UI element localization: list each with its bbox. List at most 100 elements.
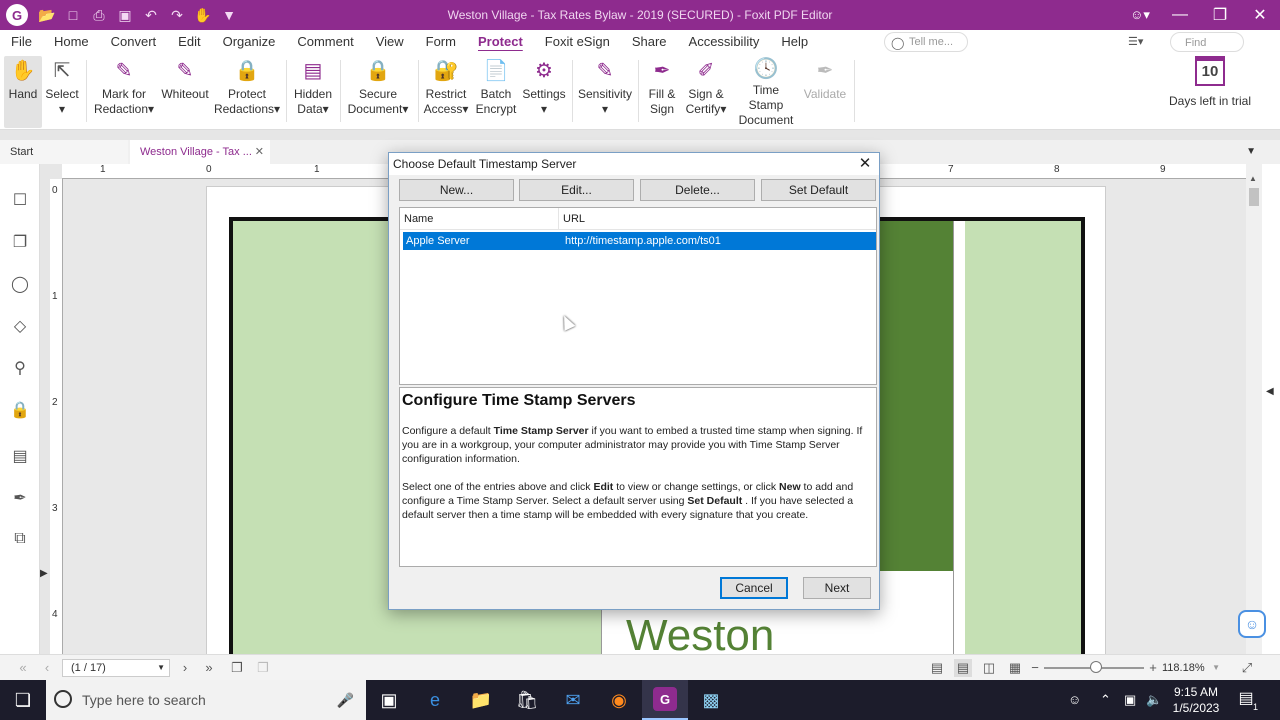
facing-view-icon[interactable]: ◫ [980, 659, 998, 677]
tab-organize[interactable]: Organize [212, 30, 287, 54]
expand-panel-arrow-icon[interactable]: ▶ [40, 568, 48, 579]
zoom-out-icon[interactable]: − [1028, 659, 1042, 677]
tab-view[interactable]: View [365, 30, 415, 54]
collapse-right-panel-icon[interactable]: ◀ [1266, 386, 1274, 397]
time-stamp-document-button[interactable]: 🕓 Time Stamp Document [734, 56, 798, 128]
file-explorer-icon[interactable]: 📁 [458, 680, 504, 720]
first-page-icon[interactable]: « [14, 659, 32, 677]
notepad-app-icon[interactable]: ▩ [688, 680, 734, 720]
cancel-button[interactable]: Cancel [720, 577, 788, 599]
mail-icon[interactable]: ✉ [550, 680, 596, 720]
validate-button[interactable]: ✒ Validate [802, 56, 848, 128]
vertical-scrollbar[interactable]: ▲ [1246, 164, 1262, 654]
security-lock-icon[interactable]: 🔒 [10, 400, 30, 422]
previous-page-icon[interactable]: ‹ [38, 659, 56, 677]
tab-list-arrow-icon[interactable]: ▼ [1246, 140, 1256, 164]
tab-edit[interactable]: Edit [167, 30, 211, 54]
mark-for-redaction-button[interactable]: ✎ Mark for Redaction▾ [92, 56, 156, 128]
tell-me-input[interactable]: ◯ Tell me... [884, 32, 968, 52]
find-input[interactable]: Find [1170, 32, 1244, 52]
sensitivity-button[interactable]: ✎ Sensitivity ▾ [578, 56, 632, 128]
tab-foxit-esign[interactable]: Foxit eSign [534, 30, 621, 54]
restrict-access-button[interactable]: 🔐 Restrict Access▾ [422, 56, 470, 128]
taskbar-search-input[interactable]: Type here to search 🎤 [46, 680, 366, 720]
show-hidden-icons-icon[interactable]: ⌃ [1100, 680, 1111, 720]
document-properties-icon[interactable]: ▤ [10, 446, 30, 468]
edge-browser-icon[interactable]: e [412, 680, 458, 720]
tab-accessibility[interactable]: Accessibility [678, 30, 771, 54]
server-row[interactable]: Apple Server http://timestamp.apple.com/… [403, 232, 876, 250]
microphone-icon[interactable]: 🎤 [337, 680, 354, 720]
network-icon[interactable]: ▣ [1124, 680, 1136, 720]
scroll-up-arrow-icon[interactable]: ▲ [1249, 174, 1257, 183]
attachments-icon[interactable]: ⚲ [10, 358, 30, 380]
tab-document[interactable]: Weston Village - Tax ... ✕ [130, 140, 270, 164]
redo-icon[interactable]: ↷ [164, 0, 190, 30]
fill-sign-button[interactable]: ✒ Fill & Sign [644, 56, 680, 128]
tab-protect[interactable]: Protect [467, 30, 534, 54]
secure-document-button[interactable]: 🔒 Secure Document▾ [344, 56, 412, 128]
hand-tool-icon[interactable]: ✋ [190, 0, 216, 30]
undo-icon[interactable]: ↶ [138, 0, 164, 30]
column-header-url[interactable]: URL [558, 208, 876, 230]
restore-button[interactable]: ❐ [1200, 0, 1240, 30]
settings-button[interactable]: ⚙ Settings ▾ [522, 56, 566, 128]
search-options-icon[interactable]: ☰▾ [1128, 32, 1164, 52]
open-folder-icon[interactable]: 📂 [34, 0, 60, 30]
dialog-close-icon[interactable]: ✕ [855, 153, 875, 175]
windows-start-icon[interactable]: ❏ [0, 680, 46, 720]
trial-indicator[interactable]: 10 Days left in trial [1168, 56, 1252, 108]
volume-icon[interactable]: 🔈 [1146, 680, 1162, 720]
print-icon[interactable]: ⎙ [86, 0, 112, 30]
tab-start[interactable]: Start [0, 140, 128, 164]
fullscreen-icon[interactable]: ⤢ [1238, 659, 1256, 677]
tab-comment[interactable]: Comment [286, 30, 364, 54]
zoom-in-icon[interactable]: + [1146, 659, 1160, 677]
close-tab-icon[interactable]: ✕ [255, 140, 264, 164]
server-list[interactable]: Name URL Apple Server http://timestamp.a… [399, 207, 877, 385]
pages-icon[interactable]: ❐ [10, 232, 30, 254]
people-icon[interactable]: ☺ [1068, 680, 1081, 720]
page-number-field[interactable]: (1 / 17) ▼ [62, 659, 170, 677]
continuous-facing-view-icon[interactable]: ▦ [1006, 659, 1024, 677]
close-window-button[interactable]: ✕ [1240, 0, 1280, 30]
protect-redactions-button[interactable]: 🔒 Protect Redactions▾ [214, 56, 280, 128]
hidden-data-button[interactable]: ▤ Hidden Data▾ [292, 56, 334, 128]
minimize-button[interactable]: — [1160, 0, 1200, 30]
hand-button[interactable]: ✋ Hand [4, 56, 42, 128]
new-document-icon[interactable]: ▣ [112, 0, 138, 30]
zoom-slider-knob[interactable] [1090, 661, 1102, 673]
delete-server-button[interactable]: Delete... [640, 179, 755, 201]
account-icon[interactable]: ☺▾ [1120, 0, 1160, 30]
tab-help[interactable]: Help [770, 30, 819, 54]
signature-icon[interactable]: ✒ [10, 488, 30, 510]
foxit-logo-icon[interactable]: G [6, 4, 28, 26]
content-icon[interactable]: ⧉ [10, 530, 30, 552]
tab-file[interactable]: File [0, 30, 43, 54]
tab-home[interactable]: Home [43, 30, 100, 54]
batch-encrypt-button[interactable]: 📄 Batch Encrypt [474, 56, 518, 128]
tab-convert[interactable]: Convert [100, 30, 168, 54]
whiteout-button[interactable]: ✎ Whiteout [158, 56, 212, 128]
column-header-name[interactable]: Name [400, 208, 558, 230]
single-page-view-icon[interactable]: ▤ [928, 659, 946, 677]
layers-icon[interactable]: ◇ [10, 316, 30, 338]
tab-form[interactable]: Form [415, 30, 467, 54]
save-icon[interactable]: □ [60, 0, 86, 30]
select-button[interactable]: ⇱ Select ▾ [44, 56, 80, 128]
tab-share[interactable]: Share [621, 30, 678, 54]
paste-view-icon[interactable]: ❐ [254, 659, 272, 677]
page-dropdown-icon[interactable]: ▼ [157, 660, 165, 676]
zoom-level-field[interactable]: 118.18% ▼ [1162, 659, 1224, 677]
action-center-icon[interactable]: ▤ 1 [1234, 688, 1258, 712]
next-button[interactable]: Next [803, 577, 871, 599]
zoom-dropdown-icon[interactable]: ▼ [1212, 659, 1220, 677]
edit-server-button[interactable]: Edit... [519, 179, 634, 201]
set-default-button[interactable]: Set Default [761, 179, 876, 201]
store-icon[interactable]: 🛍 [504, 680, 550, 720]
firefox-icon[interactable]: ◉ [596, 680, 642, 720]
system-clock[interactable]: 9:15 AM 1/5/2023 [1164, 684, 1228, 716]
bookmark-icon[interactable]: ☐ [10, 190, 30, 212]
continuous-view-icon[interactable]: ▤ [954, 659, 972, 677]
task-view-icon[interactable]: ▣ [366, 680, 412, 720]
